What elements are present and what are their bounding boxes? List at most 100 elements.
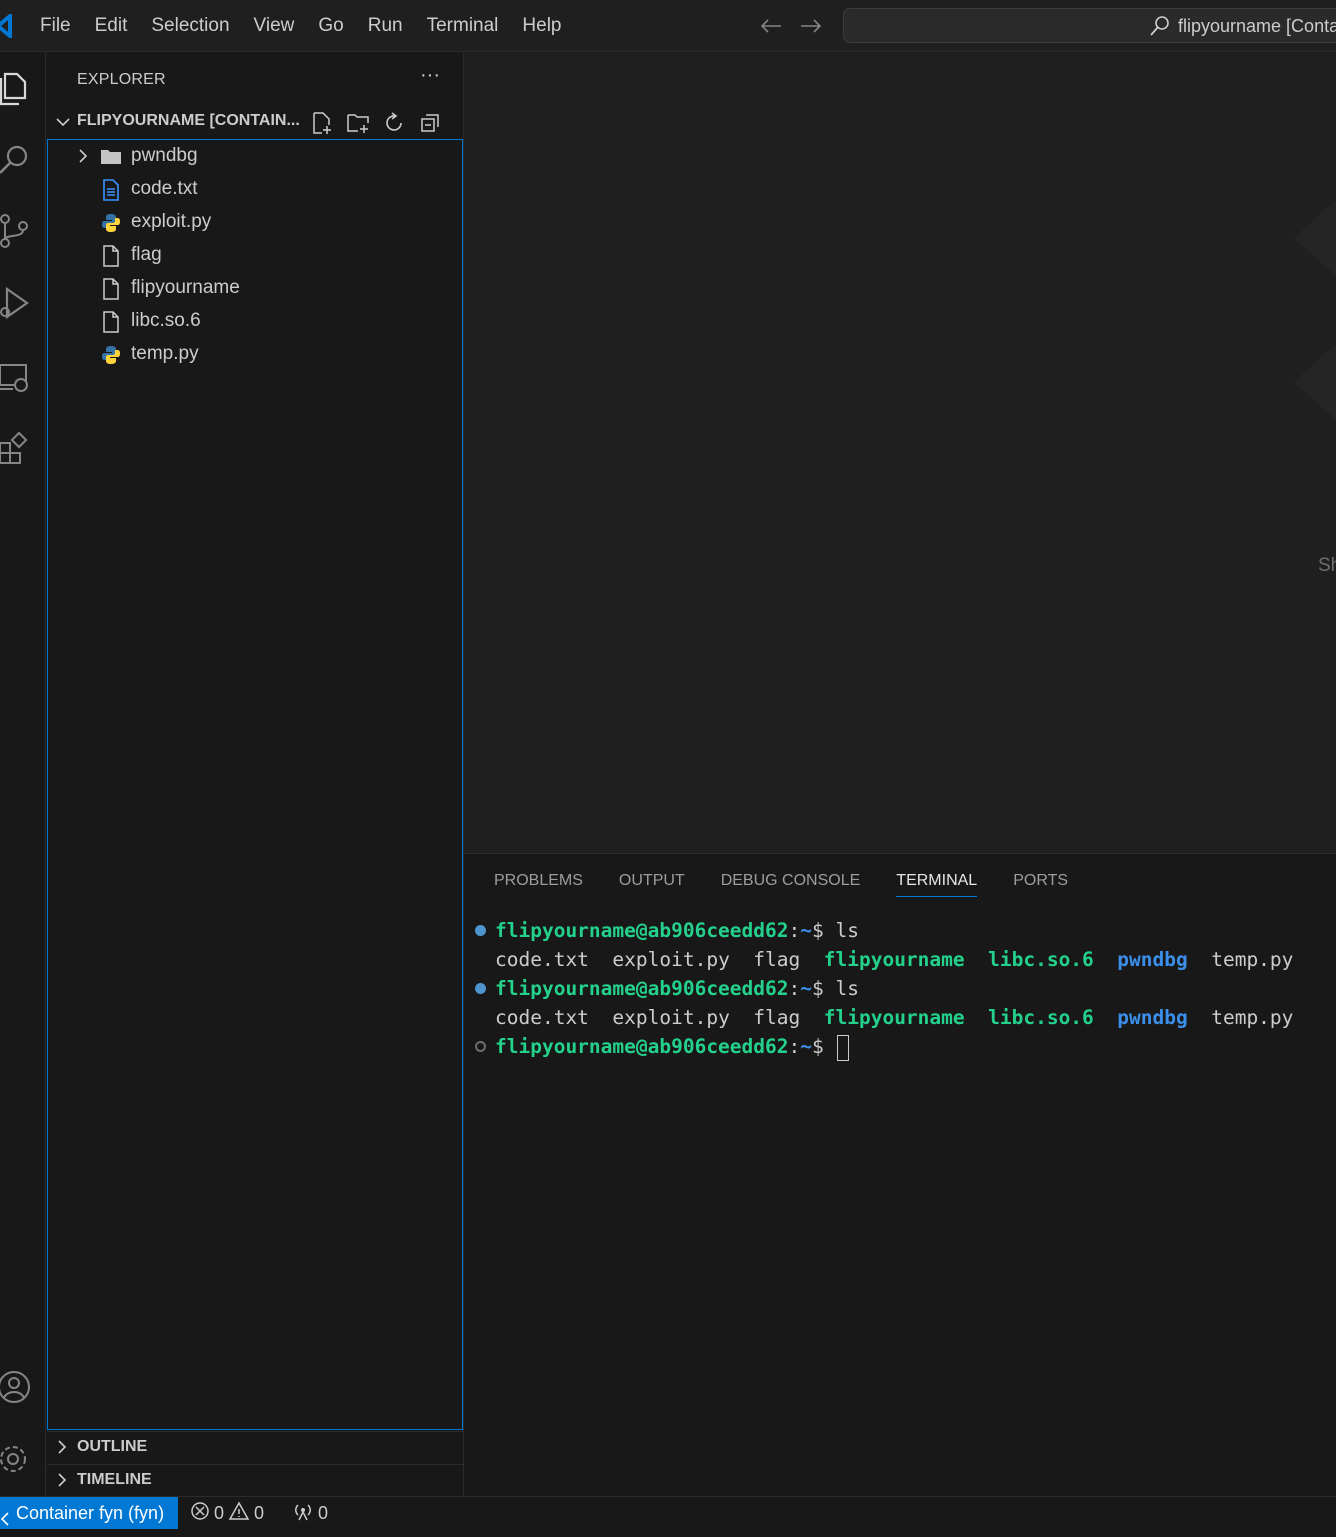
- file-icon: [100, 245, 122, 267]
- terminal-command: ls: [835, 919, 859, 942]
- accounts-icon[interactable]: [0, 1367, 34, 1407]
- terminal-listing-line: code.txt exploit.py flag flipyourname li…: [495, 1003, 1293, 1032]
- prompt-path: ~: [800, 919, 812, 942]
- menu-run[interactable]: Run: [356, 0, 415, 52]
- prompt-path: ~: [800, 977, 812, 1000]
- prompt-user: flipyourname@ab906ceedd62: [495, 1035, 789, 1058]
- command-success-dot[interactable]: [475, 983, 486, 994]
- prompt-symbol: $: [812, 1035, 836, 1058]
- tree-item-label: pwndbg: [131, 145, 198, 166]
- new-folder-icon[interactable]: [345, 110, 371, 136]
- tree-item-exploit-py[interactable]: exploit.py: [48, 206, 462, 239]
- chevron-right-icon: [76, 148, 90, 169]
- new-file-icon[interactable]: [309, 110, 335, 136]
- tab-ports[interactable]: PORTS: [1013, 872, 1068, 897]
- menu-go[interactable]: Go: [306, 0, 355, 52]
- refresh-icon[interactable]: [381, 110, 407, 136]
- tab-terminal[interactable]: TERMINAL: [896, 872, 978, 897]
- chevron-right-icon: [55, 1472, 69, 1493]
- command-center-search[interactable]: flipyourname [Container fyn (fyn)]: [843, 8, 1336, 43]
- listing-executable: libc.so.6: [988, 1006, 1094, 1029]
- outline-section-header[interactable]: OUTLINE: [47, 1431, 464, 1463]
- file-tree: pwndbg code.txt exploit.py flag flipyour…: [47, 139, 463, 1430]
- menu-bar: File Edit Selection View Go Run Terminal…: [28, 0, 574, 52]
- menu-edit[interactable]: Edit: [83, 0, 140, 52]
- tree-item-label: flag: [131, 244, 162, 265]
- tab-problems[interactable]: PROBLEMS: [494, 872, 583, 897]
- timeline-section-header[interactable]: TIMELINE: [47, 1464, 464, 1496]
- command-center-label: flipyourname [Container fyn (fyn)]: [1178, 16, 1336, 36]
- collapse-all-icon[interactable]: [417, 110, 443, 136]
- tree-item-label: flipyourname: [131, 277, 240, 298]
- menu-file[interactable]: File: [28, 0, 83, 52]
- ports-count: 0: [318, 1502, 329, 1523]
- explorer-files-icon[interactable]: [0, 67, 34, 107]
- tree-item-libc-so-6[interactable]: libc.so.6: [48, 305, 462, 338]
- prompt-separator: :: [788, 919, 801, 942]
- python-icon: [100, 212, 122, 234]
- prompt-separator: :: [788, 977, 801, 1000]
- menu-terminal[interactable]: Terminal: [415, 0, 511, 52]
- more-actions-icon[interactable]: ···: [417, 65, 443, 91]
- activity-bar: [0, 53, 46, 1496]
- prompt-symbol: $: [812, 977, 836, 1000]
- tree-item-temp-py[interactable]: temp.py: [48, 338, 462, 371]
- editor-area: [464, 53, 1336, 853]
- search-icon[interactable]: [0, 139, 34, 179]
- chevron-right-icon: [55, 1439, 69, 1460]
- extensions-icon[interactable]: [0, 429, 34, 469]
- error-icon: [190, 1501, 210, 1526]
- listing-file: code.txt: [495, 1006, 589, 1029]
- listing-file: temp.py: [1211, 1006, 1294, 1029]
- folder-actions: [309, 110, 443, 136]
- folder-icon: [100, 146, 122, 168]
- tree-item-label: code.txt: [131, 178, 198, 199]
- prompt-user: flipyourname@ab906ceedd62: [495, 977, 789, 1000]
- tree-item-flipyourname[interactable]: flipyourname: [48, 272, 462, 305]
- terminal-command: ls: [835, 977, 859, 1000]
- remote-indicator-button[interactable]: Container fyn (fyn): [0, 1497, 178, 1529]
- tree-item-code-txt[interactable]: code.txt: [48, 173, 462, 206]
- problems-status[interactable]: 0 0: [190, 1497, 264, 1529]
- broadcast-icon: [292, 1501, 314, 1526]
- command-pending-dot[interactable]: [475, 1041, 486, 1052]
- command-success-dot[interactable]: [475, 925, 486, 936]
- forward-arrow-icon[interactable]: [798, 12, 824, 40]
- panel-tabs: PROBLEMS OUTPUT DEBUG CONSOLE TERMINAL P…: [494, 872, 1104, 897]
- vscode-logo-icon: [0, 11, 12, 41]
- back-arrow-icon[interactable]: [758, 12, 784, 40]
- timeline-label: TIMELINE: [77, 1471, 152, 1488]
- tree-item-label: libc.so.6: [131, 310, 201, 331]
- tab-debug-console[interactable]: DEBUG CONSOLE: [721, 872, 861, 897]
- bottom-panel: PROBLEMS OUTPUT DEBUG CONSOLE TERMINAL P…: [464, 853, 1336, 1496]
- settings-gear-icon[interactable]: [0, 1439, 34, 1479]
- run-debug-icon[interactable]: [0, 283, 34, 323]
- listing-executable: flipyourname: [823, 1006, 965, 1029]
- prompt-path: ~: [800, 1035, 812, 1058]
- remote-explorer-icon[interactable]: [0, 357, 34, 397]
- menu-help[interactable]: Help: [510, 0, 573, 52]
- listing-file: temp.py: [1211, 948, 1294, 971]
- ports-status[interactable]: 0: [292, 1497, 328, 1529]
- listing-executable: flipyourname: [823, 948, 965, 971]
- prompt-user: flipyourname@ab906ceedd62: [495, 919, 789, 942]
- workspace-folder-header[interactable]: FLIPYOURNAME [CONTAIN...: [47, 108, 464, 138]
- prompt-separator: :: [788, 1035, 801, 1058]
- source-control-icon[interactable]: [0, 211, 34, 251]
- listing-file: flag: [753, 948, 801, 971]
- menu-view[interactable]: View: [242, 0, 307, 52]
- warning-count: 0: [254, 1502, 265, 1523]
- tree-item-pwndbg[interactable]: pwndbg: [48, 140, 462, 173]
- tab-output[interactable]: OUTPUT: [619, 872, 685, 897]
- file-icon: [100, 278, 122, 300]
- text-file-icon: [100, 179, 122, 201]
- tree-item-label: exploit.py: [131, 211, 212, 232]
- listing-file: flag: [753, 1006, 801, 1029]
- prompt-symbol: $: [812, 919, 836, 942]
- file-icon: [100, 311, 122, 333]
- menu-selection[interactable]: Selection: [139, 0, 241, 52]
- python-icon: [100, 344, 122, 366]
- tree-item-flag[interactable]: flag: [48, 239, 462, 272]
- terminal-listing-line: code.txt exploit.py flag flipyourname li…: [495, 945, 1293, 974]
- title-bar: File Edit Selection View Go Run Terminal…: [0, 0, 1336, 52]
